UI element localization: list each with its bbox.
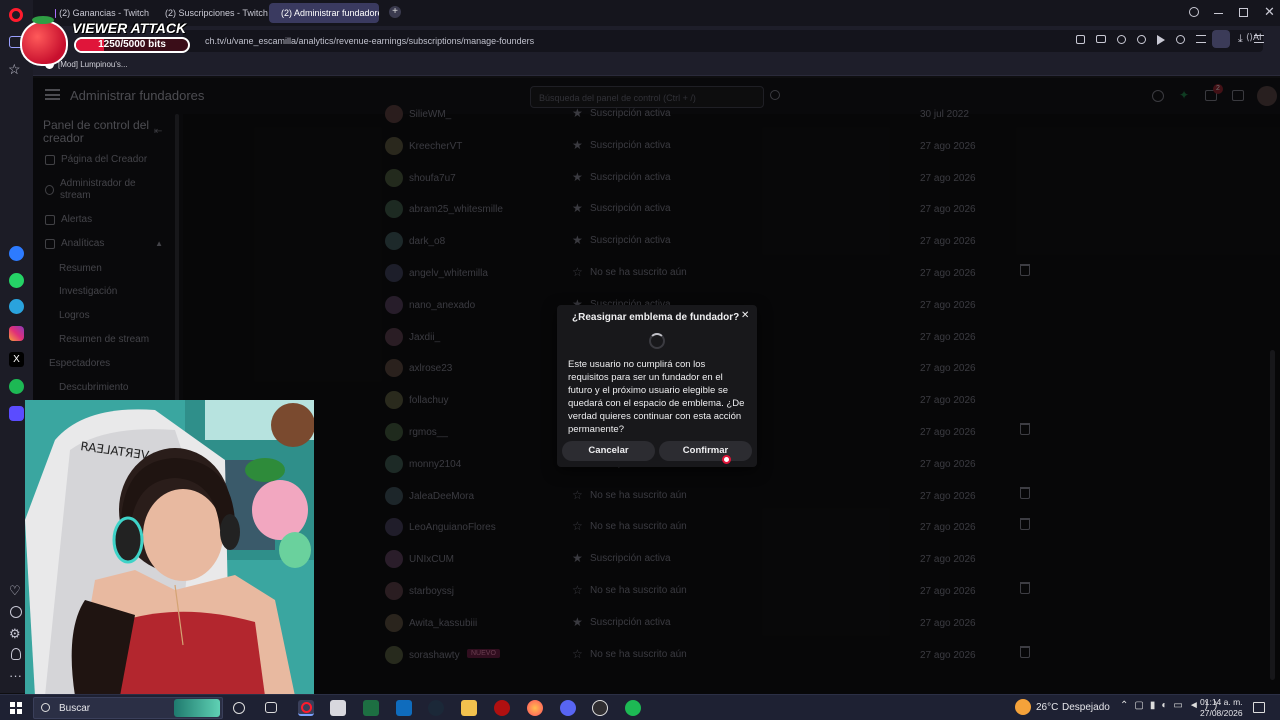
webcam-image: RAƎ⅃ATЯƎV [25,400,314,696]
menu-lines-icon[interactable] [1196,35,1206,43]
viewer-attack-title: VIEWER ATTACK [72,20,187,36]
bits-counter: 1250/5000 bits [98,39,166,50]
history-icon[interactable] [10,606,22,618]
taskbar-search-box[interactable]: Buscar [33,697,223,719]
wallet-icon[interactable] [1176,35,1185,44]
steam-icon[interactable] [428,700,444,716]
play-icon[interactable] [1157,35,1165,45]
cortana-icon[interactable] [233,702,245,714]
modal-title: ¿Reasignar emblema de fundador? [572,312,740,323]
download-icon[interactable]: ⤓ [1238,34,1243,45]
leaf-icon [32,16,54,24]
spotify-icon[interactable] [9,379,24,394]
new-tab-button[interactable]: + [389,6,401,18]
webcam-feed: RAƎ⅃ATЯƎV [25,400,314,696]
firefox-icon[interactable] [527,700,543,716]
task-view-icon[interactable] [265,702,277,713]
heart-icon[interactable]: ♡ [9,583,21,599]
messenger-icon[interactable] [9,246,24,261]
telegram-icon[interactable] [9,299,24,314]
star-speed-dial-icon[interactable]: ☆ [8,61,21,78]
minimize-button[interactable] [1214,13,1223,14]
search-highlight-icon [174,699,220,717]
tab-administrar-fundadores[interactable]: (2) Administrar fundadore [269,3,379,23]
confirm-button[interactable]: Confirmar [659,441,752,461]
whatsapp-icon[interactable] [9,273,24,288]
discord-icon[interactable] [560,700,576,716]
windows-start-icon[interactable] [10,702,22,714]
viewer-attack-widget: VIEWER ATTACK 1250/5000 bits [20,16,200,74]
vpn-icon[interactable] [1137,35,1146,44]
tab-bar: (2) Ganancias - Twitch (2) Suscripciones… [33,0,1280,26]
close-window-button[interactable]: ✕ [1264,4,1275,20]
notification-center-icon[interactable] [1253,702,1265,713]
weather-icon [1015,699,1031,715]
clock-time[interactable]: 01:14 a. m. [1200,697,1243,707]
opera-taskbar-icon[interactable] [298,700,314,716]
not-allowed-cursor-icon [722,455,731,464]
aria-ai-button[interactable]: ⟨⟩AI [1246,32,1262,43]
search-icon [41,703,50,712]
clock-date[interactable]: 27/08/2026 [1200,708,1243,718]
settings-gear-icon[interactable]: ⚙ [9,626,21,642]
address-bar: ch.tv/u/vane_escamilla/analytics/revenue… [33,26,1280,56]
more-dots-icon[interactable]: ··· [9,668,22,683]
profile-icon[interactable] [1212,30,1230,48]
reassign-founder-modal: ¿Reasignar emblema de fundador? ✕ Este u… [557,305,757,467]
cancel-button[interactable]: Cancelar [562,441,655,461]
outlook-icon[interactable] [396,700,412,716]
excel-icon[interactable] [363,700,379,716]
davinci-icon[interactable] [494,700,510,716]
modal-close-icon[interactable]: ✕ [741,310,749,321]
bookmarks-bar: [Mod] Lumpinou's... [33,56,1280,76]
windows-taskbar: Buscar 26°C Despejado ⌃▢▮◐▭◄)) 01:14 a. … [0,694,1280,720]
store-icon[interactable] [330,700,346,716]
loading-spinner-icon [649,333,665,349]
spotify-taskbar-icon[interactable] [625,700,641,716]
shield-icon[interactable] [1117,35,1126,44]
instagram-icon[interactable] [9,326,24,341]
lightbulb-icon[interactable] [11,648,21,660]
maximize-button[interactable] [1239,8,1248,17]
weather-temp[interactable]: 26°C [1036,702,1058,713]
weather-desc[interactable]: Despejado [1062,702,1110,713]
player-icon[interactable] [9,406,24,421]
camera-icon[interactable] [1096,35,1106,43]
tomato-heart-icon [20,20,68,66]
edit-icon[interactable] [1076,35,1085,44]
modal-body: Este usuario no cumplirá con los requisi… [568,359,745,435]
toolbar-icons: ♡ ⤓ [1076,34,1264,45]
file-explorer-icon[interactable] [461,700,477,716]
tab-search-icon[interactable] [1189,7,1199,17]
obs-icon[interactable] [592,700,608,716]
x-twitter-icon[interactable]: X [9,352,24,367]
